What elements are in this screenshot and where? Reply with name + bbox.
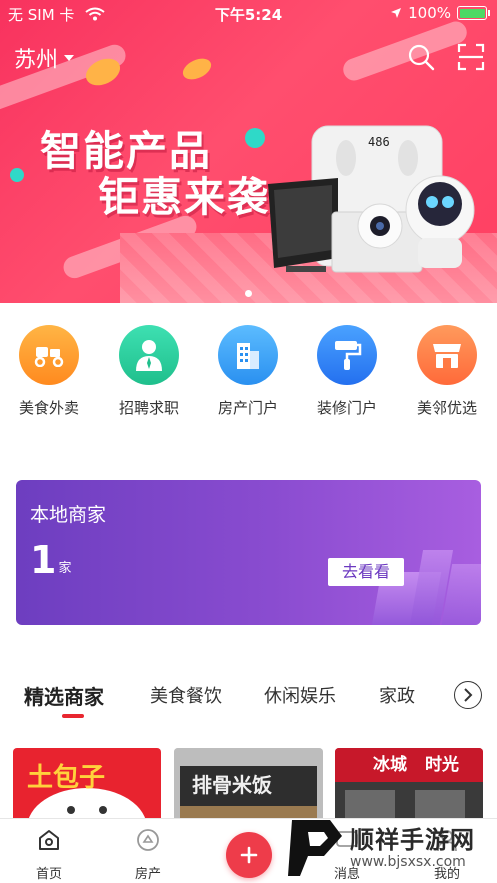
top-bar: 苏州 <box>0 38 497 78</box>
location-arrow-icon <box>391 8 402 18</box>
status-bar: 无 SIM 卡 下午5:24 100% <box>0 0 497 28</box>
shop-sign: 冰城 <box>373 754 407 775</box>
nav-label: 首页 <box>35 867 62 882</box>
caret-down-icon <box>64 55 75 61</box>
status-right: 100% <box>390 4 490 22</box>
tab-leisure[interactable]: 休闲娱乐 <box>264 682 336 708</box>
plus-icon <box>240 846 258 864</box>
shop-image: 排骨米饭 <box>174 748 323 820</box>
tab-active-indicator <box>62 714 84 718</box>
tabs-more-button[interactable] <box>454 681 482 709</box>
pager-dot-active <box>245 290 252 297</box>
merchant-count: 1 家 <box>30 540 71 580</box>
city-label: 苏州 <box>14 48 59 73</box>
shop-icon <box>417 325 477 385</box>
category-food-delivery[interactable]: 美食外卖 <box>9 325 89 418</box>
merchant-title: 本地商家 <box>30 504 107 526</box>
scale-readout: 486 <box>368 135 390 149</box>
building-icon <box>218 325 278 385</box>
category-label: 房产门户 <box>217 399 278 417</box>
banner-decoration <box>10 168 24 182</box>
category-real-estate[interactable]: 房产门户 <box>208 325 288 418</box>
chevron-right-icon <box>464 688 473 702</box>
tab-housekeeping[interactable]: 家政 <box>379 682 415 708</box>
home-icon <box>39 830 59 850</box>
watermark-logo <box>288 820 342 876</box>
smart-devices-image: 486 <box>268 125 475 273</box>
scan-icon[interactable] <box>456 42 486 72</box>
nav-label: 房产 <box>134 867 161 882</box>
banner-line2: 钜惠来袭 <box>98 173 270 221</box>
category-label: 装修门户 <box>316 399 377 417</box>
category-label: 招聘求职 <box>118 399 179 417</box>
tab-food[interactable]: 美食餐饮 <box>150 682 222 708</box>
shop-image: 土包子 <box>27 762 146 820</box>
city-selector[interactable]: 苏州 <box>14 42 75 74</box>
local-merchant-card[interactable]: 本地商家 1 家 去看看 <box>16 480 481 625</box>
nav-property[interactable]: 房产 <box>113 827 183 882</box>
banner-pager <box>0 282 497 301</box>
nav-home[interactable]: 首页 <box>14 827 84 882</box>
shop-sign-2: 时光 <box>425 754 459 775</box>
shop-card[interactable]: 排骨米饭 <box>174 748 323 820</box>
category-label: 美邻优选 <box>416 399 477 417</box>
shop-card[interactable]: 土包子 <box>13 748 161 820</box>
site-watermark: 顺祥手游网 www.bjsxsx.com <box>280 812 497 883</box>
battery-icon <box>457 6 490 20</box>
publish-button[interactable] <box>226 832 272 878</box>
property-icon <box>137 829 159 851</box>
shop-sign: 土包子 <box>27 762 105 793</box>
shop-card[interactable]: 冰城 时光 <box>335 748 483 820</box>
category-label: 美食外卖 <box>18 399 79 417</box>
job-icon <box>119 325 179 385</box>
banner-line1: 智能产品 <box>40 127 212 175</box>
shop-sign: 排骨米饭 <box>192 773 272 797</box>
watermark-url: www.bjsxsx.com <box>350 854 466 870</box>
food-delivery-icon <box>19 325 79 385</box>
tab-featured[interactable]: 精选商家 <box>24 681 104 710</box>
paint-roller-icon <box>317 325 377 385</box>
category-grid: 美食外卖 招聘求职 房产门户 装修门户 美邻优选 <box>0 325 497 425</box>
merchant-count-number: 1 <box>30 538 57 582</box>
view-merchants-button[interactable]: 去看看 <box>328 558 404 586</box>
category-neighbor-select[interactable]: 美邻优选 <box>407 325 487 418</box>
merchant-count-unit: 家 <box>58 561 72 576</box>
search-icon[interactable] <box>406 42 436 72</box>
battery-percent: 100% <box>408 4 451 22</box>
banner-headline: 智能产品 钜惠来袭 <box>40 128 270 220</box>
category-jobs[interactable]: 招聘求职 <box>109 325 189 418</box>
battery-fill <box>459 8 485 18</box>
merchant-tabs: 精选商家 美食餐饮 休闲娱乐 家政 <box>0 672 497 722</box>
shop-image: 冰城 时光 <box>335 748 483 820</box>
category-renovation[interactable]: 装修门户 <box>307 325 387 418</box>
watermark-title: 顺祥手游网 <box>350 826 475 854</box>
